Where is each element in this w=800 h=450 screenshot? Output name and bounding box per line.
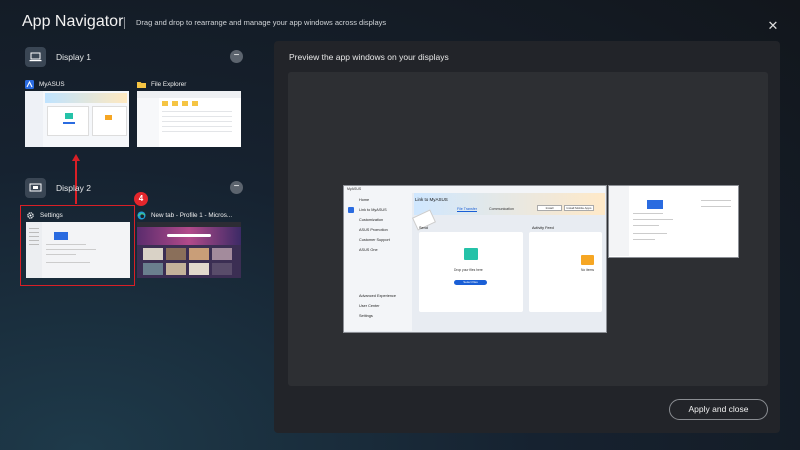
apply-and-close-button[interactable]: Apply and close <box>669 399 768 420</box>
display-1-collapse-button[interactable]: − <box>230 50 243 63</box>
edge-icon <box>137 211 146 220</box>
preview-send-label: Send <box>419 226 428 230</box>
display-1-header: Display 1 <box>25 47 91 67</box>
preview-drop-text: Drop your files here <box>454 268 483 272</box>
preview-sidebar-item: ASUS One <box>359 248 378 252</box>
window-title: File Explorer <box>151 80 187 88</box>
window-title: Settings <box>40 211 63 219</box>
preview-sidebar-item: ASUS Promotion <box>359 228 388 232</box>
preview-activity-label: Activity Feed <box>532 226 554 230</box>
preview-sidebar-item: User Center <box>359 304 380 308</box>
preview-panel: Preview the app windows on your displays… <box>274 41 780 433</box>
step-badge: 4 <box>134 192 148 206</box>
title-divider <box>124 17 125 29</box>
file-explorer-thumbnail <box>137 91 241 147</box>
preview-sidebar-item: Customer Support <box>359 238 390 242</box>
preview-page-title: Link to MyASUS <box>415 197 448 202</box>
window-card-settings[interactable]: Settings <box>26 208 131 278</box>
window-title: New tab - Profile 1 - Micros... <box>151 211 233 219</box>
minus-icon: − <box>233 50 240 61</box>
laptop-icon <box>25 47 46 67</box>
preview-sidebar-item: Advanced Experience <box>359 294 396 298</box>
folder-icon <box>137 80 146 89</box>
preview-sidebar-item: Link to MyASUS <box>359 208 387 212</box>
close-icon: ✕ <box>767 18 779 33</box>
gear-icon <box>26 211 35 220</box>
monitor-icon <box>25 178 46 198</box>
display-2-label: Display 2 <box>56 183 91 193</box>
preview-sidebar-item: Customization <box>359 218 384 222</box>
settings-thumbnail <box>26 222 130 278</box>
preview-no-items-text: No items <box>581 268 595 272</box>
preview-canvas: MyASUS Home Link to MyASUS Customization… <box>288 72 768 386</box>
display-2-header: Display 2 <box>25 178 91 198</box>
display-2-collapse-button[interactable]: − <box>230 181 243 194</box>
preview-title: Preview the app windows on your displays <box>289 52 449 62</box>
window-card-myasus[interactable]: MyASUS <box>25 77 130 147</box>
preview-tab: File Transfer <box>457 207 477 212</box>
upload-folder-icon <box>464 248 478 260</box>
window-card-edge[interactable]: New tab - Profile 1 - Micros... <box>137 208 242 278</box>
preview-top-button: Install Mobile Apps <box>564 205 594 211</box>
preview-app-label: MyASUS <box>344 186 605 193</box>
preview-tab: Communication <box>489 207 514 211</box>
app-subtitle: Drag and drop to rearrange and manage yo… <box>136 18 387 27</box>
myasus-icon <box>25 79 34 89</box>
app-title: App Navigator <box>22 13 124 30</box>
window-title: MyASUS <box>39 80 65 88</box>
preview-select-files-button: Select files <box>454 280 487 285</box>
myasus-thumbnail <box>25 91 129 147</box>
edge-thumbnail <box>137 222 241 278</box>
display-1-label: Display 1 <box>56 52 91 62</box>
minus-icon: − <box>233 181 240 192</box>
close-button[interactable]: ✕ <box>766 19 780 33</box>
empty-box-icon <box>581 255 594 265</box>
display-1-preview[interactable]: MyASUS Home Link to MyASUS Customization… <box>343 185 607 333</box>
preview-sidebar-item: Settings <box>359 314 373 318</box>
preview-top-button: Install <box>537 205 562 211</box>
preview-sidebar <box>344 193 412 331</box>
preview-sidebar-item: Home <box>359 198 370 202</box>
display-2-preview[interactable] <box>608 185 739 258</box>
window-card-file-explorer[interactable]: File Explorer <box>137 77 242 147</box>
